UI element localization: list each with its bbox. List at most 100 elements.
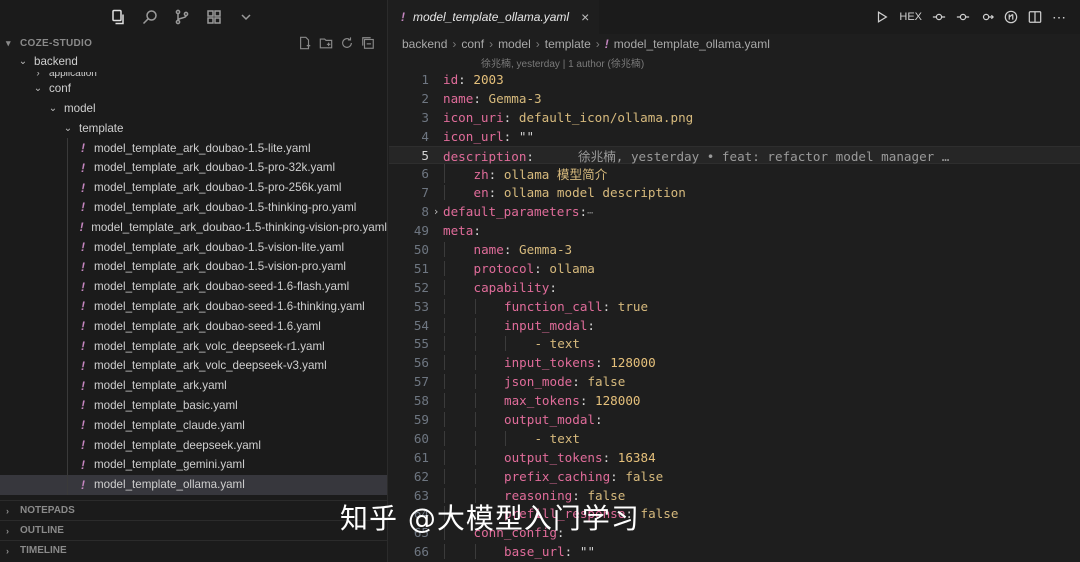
yaml-key: input_modal [504, 317, 588, 333]
indent-guide [474, 317, 476, 333]
tree-file[interactable]: ! model_template_basic.yaml [0, 395, 387, 416]
code-text: output_tokens: 16384 [443, 449, 656, 465]
code-area[interactable]: 1 id: 2003 2 name: Gemma-3 3 icon_uri: defaul… [389, 70, 1080, 561]
chevron-down-icon[interactable] [237, 8, 255, 26]
indent-guide [474, 430, 476, 446]
code-line[interactable]: 56 input_tokens: 128000 [389, 353, 1080, 372]
folded-ellipsis-icon[interactable]: ⋯ [587, 208, 593, 219]
code-line[interactable]: 4 icon_url: "" [389, 127, 1080, 146]
line-number: 49 [413, 223, 429, 239]
tree-file[interactable]: ! model_template_ark_doubao-1.5-pro-32k.y… [0, 157, 387, 178]
compare-icon[interactable] [1004, 10, 1018, 24]
tree-file[interactable]: ! model_template_ark_volc_deepseek-r1.yam… [0, 336, 387, 356]
tree-file[interactable]: ! model_template_ark_doubao-1.5-thinking-… [0, 197, 387, 218]
collapse-all-icon[interactable] [361, 36, 375, 50]
colon: : [473, 90, 481, 106]
section-notepads[interactable]: › NOTEPADS [0, 500, 387, 520]
go-back-icon[interactable] [932, 10, 946, 24]
close-icon[interactable]: × [581, 9, 589, 25]
tree-file[interactable]: ! model_template_gemini.yaml [0, 454, 387, 475]
tree-file[interactable]: ! model_template_ark_doubao-1.5-vision-li… [0, 237, 387, 257]
code-line[interactable]: 49 meta: [389, 221, 1080, 240]
line-number: 62 [413, 468, 429, 484]
section-outline[interactable]: › OUTLINE [0, 520, 387, 540]
code-line[interactable]: 60 - text [389, 429, 1080, 448]
breadcrumb-item[interactable]: model [498, 37, 531, 51]
more-icon[interactable]: ⋯ [1052, 9, 1066, 26]
tree-file[interactable]: ! model_template_ark_doubao-seed-1.6.yaml [0, 316, 387, 337]
code-line[interactable]: 55 - text [389, 334, 1080, 353]
colon: : [579, 204, 588, 220]
tree-file[interactable]: ! model_template_ollama.yaml [0, 474, 387, 495]
code-line[interactable]: 52 capability: [389, 278, 1080, 297]
files-icon[interactable] [109, 8, 127, 26]
hex-button[interactable]: HEX [899, 11, 922, 23]
breadcrumb-item[interactable]: conf [461, 37, 484, 51]
new-file-icon[interactable] [298, 36, 312, 50]
indent-guide [474, 336, 476, 352]
extensions-icon[interactable] [205, 8, 223, 26]
code-line[interactable]: 2 name: Gemma-3 [389, 89, 1080, 108]
yaml-key: icon_uri [443, 109, 504, 125]
commit-icon[interactable] [956, 10, 970, 24]
breadcrumb-item[interactable]: template [545, 37, 591, 51]
code-line[interactable]: 66 base_url: "" [389, 542, 1080, 561]
tree-folder[interactable]: ⌄ template [0, 118, 387, 138]
code-line[interactable]: 51 protocol: ollama [389, 259, 1080, 278]
activity-bar [0, 0, 387, 34]
tree-folder[interactable]: ⌄ conf [0, 79, 387, 99]
code-line[interactable]: 54 input_modal: [389, 316, 1080, 335]
tree-file[interactable]: ! model_template_ark.yaml [0, 375, 387, 396]
tree-folder[interactable]: ⌄ model [0, 99, 387, 119]
code-line[interactable]: 7 en: ollama model description [389, 183, 1080, 202]
tree-file[interactable]: ! model_template_ark_doubao-1.5-thinking-… [0, 217, 387, 238]
code-line[interactable]: 58 max_tokens: 128000 [389, 391, 1080, 410]
source-control-icon[interactable] [173, 8, 191, 26]
search-icon[interactable] [141, 8, 159, 26]
code-line[interactable]: 50 name: Gemma-3 [389, 240, 1080, 259]
code-line[interactable]: 5 description: 徐兆楠, yesterday • feat: refa… [389, 145, 1080, 165]
yaml-file-icon: ! [81, 457, 85, 472]
inline-blame[interactable]: 徐兆楠, yesterday • feat: refactor model ma… [578, 149, 949, 164]
watermark: 知乎 @大模型入门学习 [340, 502, 640, 535]
indent-guide [474, 468, 476, 484]
code-line[interactable]: 57 json_mode: false [389, 372, 1080, 391]
code-line[interactable]: 3 icon_uri: default_icon/ollama.png [389, 108, 1080, 127]
code-line[interactable]: 53 function_call: true [389, 297, 1080, 316]
code-text: function_call: true [443, 298, 648, 314]
tree-folder[interactable]: › application [0, 72, 387, 79]
refresh-icon[interactable] [340, 36, 354, 50]
tree-file[interactable]: ! model_template_ark_doubao-seed-1.6-flas… [0, 276, 387, 297]
indent-guide [67, 395, 68, 416]
tree-file[interactable]: ! model_template_deepseek.yaml [0, 435, 387, 455]
code-line[interactable]: 59 output_modal: [389, 410, 1080, 429]
yaml-value: false [625, 468, 664, 484]
tree-file[interactable]: ! model_template_ark_doubao-seed-1.6-thin… [0, 296, 387, 317]
tree-file[interactable]: ! model_template_ark_doubao-1.5-lite.yaml [0, 138, 387, 158]
split-editor-icon[interactable] [1028, 10, 1042, 24]
code-line[interactable]: 6 zh: ollama 模型简介 [389, 164, 1080, 184]
codelens-blame[interactable]: 徐兆楠, yesterday | 1 author (徐兆楠) [389, 54, 1080, 70]
new-folder-icon[interactable] [319, 36, 333, 50]
indent-guide [67, 375, 68, 396]
tab-model-template-ollama[interactable]: ! model_template_ollama.yaml × [389, 0, 600, 34]
breadcrumb-item[interactable]: backend [402, 37, 447, 51]
code-line[interactable]: 62 prefix_caching: false [389, 467, 1080, 486]
code-line[interactable]: 61 output_tokens: 16384 [389, 448, 1080, 467]
code-line[interactable]: 8 › default_parameters:⋯ [389, 202, 1080, 221]
yaml-file-icon: ! [81, 259, 85, 274]
tree-folder[interactable]: ⌄ backend [0, 52, 387, 72]
tree-file[interactable]: ! model_template_ark_volc_deepseek-v3.yam… [0, 355, 387, 376]
tree-file[interactable]: ! model_template_ark_doubao-1.5-vision-pr… [0, 256, 387, 277]
code-line[interactable]: 1 id: 2003 [389, 70, 1080, 89]
breadcrumb-item[interactable]: model_template_ollama.yaml [614, 37, 770, 51]
explorer-header[interactable]: ▾ COZE-STUDIO [0, 34, 387, 52]
tree-file[interactable]: ! model_template_ark_doubao-1.5-pro-256k.… [0, 177, 387, 198]
yaml-key: icon_url [443, 128, 504, 144]
fold-chevron-icon[interactable]: › [429, 205, 443, 218]
section-timeline[interactable]: › TIMELINE [0, 540, 387, 560]
tree-file[interactable]: ! model_template_claude.yaml [0, 415, 387, 436]
indent-guide [67, 157, 68, 178]
run-icon[interactable] [875, 10, 889, 24]
go-forward-icon[interactable] [980, 10, 994, 24]
